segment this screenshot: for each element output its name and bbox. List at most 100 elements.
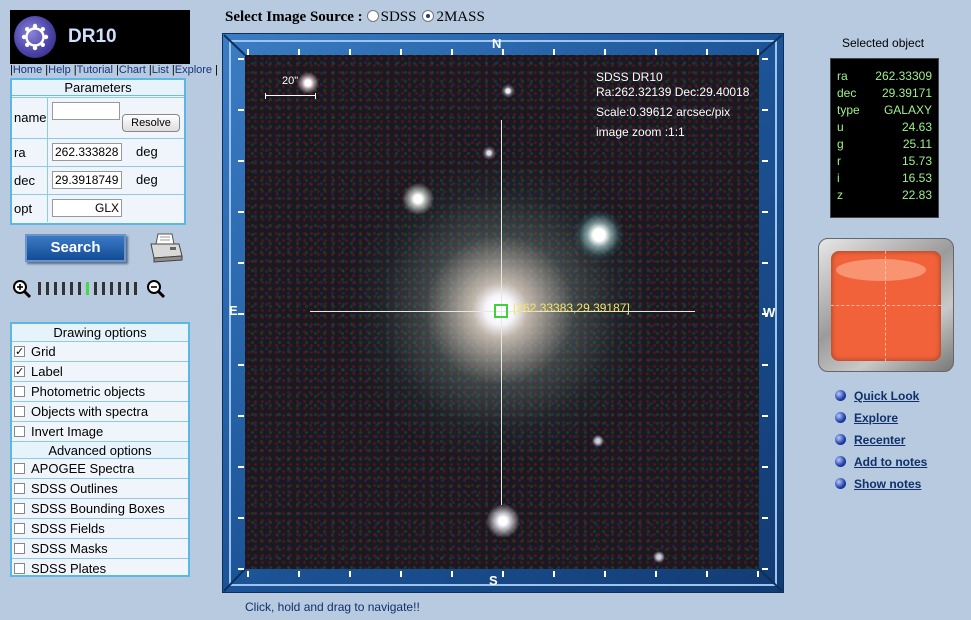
resolve-button[interactable]: Resolve	[122, 114, 180, 132]
explore-link[interactable]: Explore	[835, 411, 898, 427]
source-radio-sdss[interactable]	[366, 10, 379, 22]
action-label[interactable]: Show notes	[854, 477, 921, 491]
ra-input[interactable]	[52, 143, 122, 161]
option-photometric-objects[interactable]: Photometric objects	[12, 381, 188, 401]
grid-checkbox[interactable]	[14, 343, 25, 362]
zoom-level-notch[interactable]	[46, 282, 49, 295]
nav-link-tutorial[interactable]: Tutorial	[77, 64, 113, 76]
option-sdss-bounding-boxes[interactable]: SDSS Bounding Boxes	[12, 498, 188, 518]
dec-input[interactable]	[52, 171, 122, 189]
thumbnail-crosshair	[885, 251, 886, 361]
masks-checkbox[interactable]	[14, 543, 25, 554]
label-checkbox[interactable]	[14, 363, 25, 382]
opt-label: opt	[12, 195, 48, 222]
option-invert-image[interactable]: Invert Image	[12, 421, 188, 441]
zoom-level-notch[interactable]	[38, 282, 41, 295]
printer-icon[interactable]	[148, 232, 184, 267]
option-sdss-masks[interactable]: SDSS Masks	[12, 538, 188, 558]
parameters-panel: Parameters name Resolve ra deg dec deg o…	[10, 78, 186, 225]
parameters-header: Parameters	[12, 80, 184, 96]
star	[653, 551, 665, 563]
selected-value: 22.83	[901, 188, 932, 202]
action-label[interactable]: Quick Look	[854, 389, 919, 403]
quick-look-link[interactable]: Quick Look	[835, 389, 919, 405]
selected-row-z: z 22.83	[837, 187, 932, 204]
zoom-out-icon[interactable]	[146, 279, 166, 302]
navigation-hint: Click, hold and drag to navigate!!	[245, 600, 420, 614]
photometric-checkbox[interactable]	[14, 386, 25, 397]
zoom-level-notch[interactable]	[62, 282, 65, 295]
selected-key: ra	[837, 69, 848, 83]
zoom-level-notch[interactable]	[54, 282, 57, 295]
option-label: Grid	[31, 344, 56, 359]
nav-link-chart[interactable]: Chart	[119, 64, 146, 76]
selected-value: 15.73	[901, 154, 932, 168]
zoom-level-notch[interactable]	[118, 282, 121, 295]
fields-checkbox[interactable]	[14, 523, 25, 534]
outlines-checkbox[interactable]	[14, 483, 25, 494]
opt-input[interactable]	[52, 199, 122, 217]
source-label-sdss[interactable]: SDSS	[381, 9, 417, 25]
name-input[interactable]	[52, 102, 120, 120]
nav-link-home[interactable]: Home	[13, 64, 42, 76]
selected-row-r: r 15.73	[837, 153, 932, 170]
option-sdss-plates[interactable]: SDSS Plates	[12, 558, 188, 578]
zoom-level-notch[interactable]	[94, 282, 97, 295]
zoom-level-active[interactable]	[86, 282, 89, 295]
action-label[interactable]: Recenter	[854, 433, 905, 447]
zoom-level-notch[interactable]	[134, 282, 137, 295]
blue-bullet-icon	[835, 412, 846, 423]
source-radio-2mass[interactable]	[422, 10, 435, 22]
option-label: Objects with spectra	[31, 404, 149, 419]
source-label-2mass[interactable]: 2MASS	[436, 9, 484, 25]
add-to-notes-link[interactable]: Add to notes	[835, 455, 927, 471]
star	[592, 435, 604, 447]
plates-checkbox[interactable]	[14, 563, 25, 574]
bounding-boxes-checkbox[interactable]	[14, 503, 25, 514]
zoom-in-icon[interactable]	[12, 279, 32, 302]
star	[574, 210, 624, 260]
recenter-link[interactable]: Recenter	[835, 433, 905, 449]
zoom-level-notch[interactable]	[126, 282, 129, 295]
selected-value: 24.63	[901, 120, 932, 134]
selected-value: 16.53	[901, 171, 932, 185]
dec-label: dec	[12, 167, 48, 194]
blue-bullet-icon	[835, 478, 846, 489]
image-source-selector: Select Image Source : SDSS 2MASS	[225, 9, 485, 26]
selected-key: z	[837, 188, 843, 202]
zoom-slider[interactable]	[34, 279, 146, 299]
app-logo[interactable]: DR10	[10, 10, 190, 64]
zoom-level-notch[interactable]	[70, 282, 73, 295]
search-button[interactable]: Search	[25, 234, 126, 262]
option-label-toggle[interactable]: Label	[12, 361, 188, 382]
thumbnail-frame	[818, 238, 954, 372]
marker-coordinates: [262.33383,29.39187]	[513, 301, 630, 315]
top-nav: |Home |Help |Tutorial |Chart |List |Expl…	[10, 64, 218, 76]
selected-row-i: i 16.53	[837, 170, 932, 187]
option-sdss-fields[interactable]: SDSS Fields	[12, 518, 188, 538]
spectra-checkbox[interactable]	[14, 406, 25, 417]
option-objects-with-spectra[interactable]: Objects with spectra	[12, 401, 188, 421]
apogee-checkbox[interactable]	[14, 463, 25, 474]
nav-link-help[interactable]: Help	[48, 64, 71, 76]
zoom-level-notch[interactable]	[78, 282, 81, 295]
ra-row: ra deg	[12, 138, 184, 166]
zoom-level-notch[interactable]	[110, 282, 113, 295]
action-label[interactable]: Explore	[854, 411, 898, 425]
option-apogee-spectra[interactable]: APOGEE Spectra	[12, 458, 188, 478]
invert-checkbox[interactable]	[14, 426, 25, 437]
selected-key: r	[837, 154, 841, 168]
show-notes-link[interactable]: Show notes	[835, 477, 921, 493]
nav-link-list[interactable]: List	[152, 64, 169, 76]
app-title: DR10	[68, 26, 117, 47]
option-label: SDSS Bounding Boxes	[31, 501, 165, 516]
zoom-level-notch[interactable]	[102, 282, 105, 295]
selected-key: g	[837, 137, 844, 151]
option-grid[interactable]: Grid	[12, 341, 188, 362]
name-row: name Resolve	[12, 97, 184, 138]
object-thumbnail[interactable]	[831, 251, 941, 361]
action-label[interactable]: Add to notes	[854, 455, 927, 469]
option-sdss-outlines[interactable]: SDSS Outlines	[12, 478, 188, 498]
nav-link-explore[interactable]: Explore	[175, 64, 212, 76]
sky-image[interactable]: [262.33383,29.39187] 20" SDSS DR10 Ra:26…	[245, 55, 759, 569]
